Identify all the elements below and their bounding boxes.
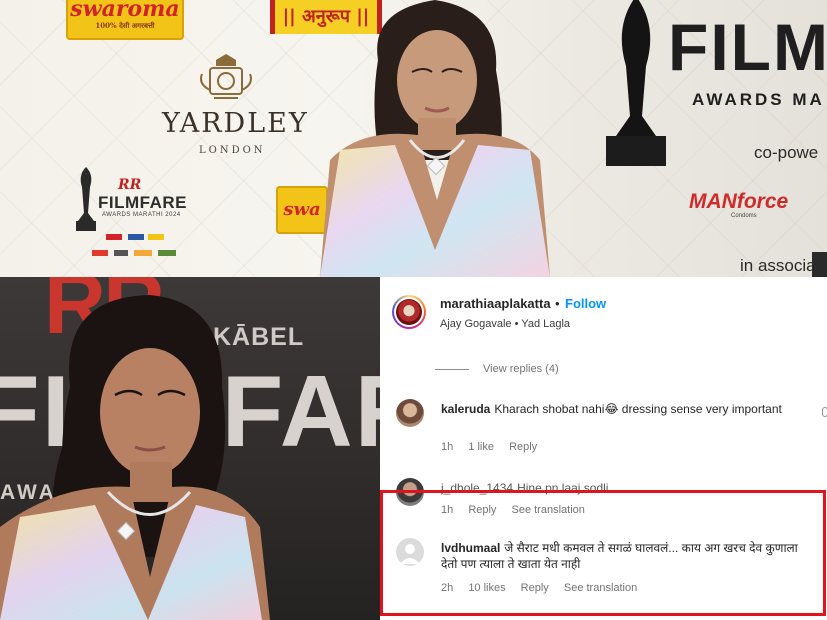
trophy-icon xyxy=(76,167,96,231)
mini-filmfare-text: FILMFARE xyxy=(98,193,187,212)
filmfare-trophy-icon xyxy=(606,0,666,166)
comment-likes[interactable]: 1 like xyxy=(468,441,494,453)
bottom-event-photo: RR KĀBEL FILMFARE AWA MA HI 2024 xyxy=(0,277,380,620)
yardley-sub: LONDON xyxy=(199,145,266,156)
yardley-logo: YARDLEY xyxy=(162,108,309,139)
yardley-crest-icon xyxy=(200,54,252,99)
woman-photo-bottom xyxy=(0,295,270,620)
reply-button[interactable]: Reply xyxy=(509,441,537,453)
comment-body: Kharach shobat nahi😂 dressing sense very… xyxy=(494,402,782,416)
like-heart-icon[interactable] xyxy=(822,407,827,417)
mini-filmfare-sub: AWARDS MARATHI 2024 xyxy=(102,212,181,218)
comment-text: kaleruda Kharach shobat nahi😂 dressing se… xyxy=(441,401,811,417)
woman-photo-top xyxy=(320,0,550,277)
filmfare-board-title: FILMF xyxy=(668,10,827,84)
sponsor-logos-strip xyxy=(92,234,176,256)
filmfare-backdrop-board: FILMF AWARDS MA co-powe MANforce Condoms… xyxy=(598,0,827,277)
post-header: marathiaaplakatta • Follow Ajay Gogavale… xyxy=(380,277,827,337)
mini-rr-text: RR xyxy=(118,177,142,193)
in-association-text: in associat xyxy=(740,256,821,275)
comment-meta: 1h 1 like Reply xyxy=(441,441,549,453)
comment-time: 1h xyxy=(441,441,454,453)
swaroma-logo-text: swaroma xyxy=(70,0,180,22)
top-event-photo: swaroma 100% देसी अगरबत्ती || अनुरूप || … xyxy=(0,0,827,277)
swaroma-logo: swaroma 100% देसी अगरबत्ती xyxy=(66,0,184,40)
swaroma-tagline: 100% देसी अगरबत्ती xyxy=(95,21,155,30)
tv-logo-fragment xyxy=(812,252,827,277)
manforce-sub: Condoms xyxy=(731,213,757,219)
view-replies-label[interactable]: View replies (4) xyxy=(483,363,559,375)
audio-track[interactable]: Ajay Gogavale • Yad Lagla xyxy=(440,318,570,330)
co-powered-text: co-powe xyxy=(754,143,819,162)
follow-button[interactable]: Follow xyxy=(565,296,606,311)
manforce-logo: MANforce xyxy=(689,190,789,213)
comment-avatar[interactable] xyxy=(396,399,424,427)
view-replies-line xyxy=(435,369,469,370)
filmfare-board-awards: AWARDS MA xyxy=(692,90,825,109)
header-separator-dot: • xyxy=(555,296,560,311)
highlight-box xyxy=(380,490,826,616)
instagram-comments-panel: marathiaaplakatta • Follow Ajay Gogavale… xyxy=(380,277,827,620)
post-username[interactable]: marathiaaplakatta xyxy=(440,296,551,311)
comment-username[interactable]: kaleruda xyxy=(441,402,490,416)
post-avatar-image xyxy=(396,299,422,325)
post-avatar[interactable] xyxy=(392,295,426,329)
